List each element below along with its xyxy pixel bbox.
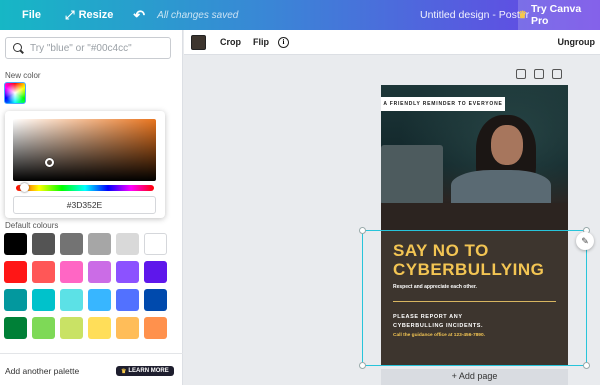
divider [0, 353, 183, 354]
try-pro-button[interactable]: ♛ Try Canva Pro [518, 0, 600, 30]
color-swatch[interactable] [144, 289, 167, 311]
default-colours-label: Default colours [5, 221, 59, 230]
search-icon [13, 42, 24, 54]
add-page-button[interactable]: + Add page [381, 369, 568, 385]
color-search-input[interactable]: Try "blue" or "#00c4cc" [5, 37, 171, 59]
color-swatch[interactable] [88, 261, 111, 283]
hue-slider-thumb[interactable] [20, 183, 29, 192]
color-swatch[interactable] [88, 233, 111, 255]
color-swatch[interactable] [144, 261, 167, 283]
comment-icon[interactable]: ✎ [576, 232, 594, 250]
crown-icon: ♛ [121, 368, 127, 375]
photo-face [491, 125, 523, 165]
color-swatch[interactable] [4, 317, 27, 339]
color-swatch[interactable] [60, 289, 83, 311]
note-icon[interactable] [516, 69, 526, 79]
photo-desk [381, 203, 568, 230]
info-icon[interactable]: i [278, 36, 289, 48]
hex-input[interactable]: #3D352E [13, 196, 156, 214]
search-placeholder: Try "blue" or "#00c4cc" [30, 42, 132, 54]
color-swatch[interactable] [32, 233, 55, 255]
add-palette-link[interactable]: Add another palette [5, 366, 79, 376]
color-swatch[interactable] [60, 233, 83, 255]
add-page-icon[interactable] [552, 69, 562, 79]
page-actions [516, 69, 562, 79]
color-swatch[interactable] [32, 289, 55, 311]
top-bar: File ⤢ Resize ↶ All changes saved Untitl… [0, 0, 600, 30]
color-swatch[interactable] [116, 289, 139, 311]
saturation-value-area[interactable] [13, 119, 156, 181]
hue-slider[interactable] [16, 185, 154, 191]
resize-handle-top-left[interactable] [359, 227, 366, 234]
color-panel: Try "blue" or "#00c4cc" New color #3D352… [0, 30, 183, 385]
color-swatch[interactable] [144, 317, 167, 339]
color-swatch[interactable] [116, 317, 139, 339]
crown-icon: ♛ [518, 9, 527, 21]
save-status: All changes saved [157, 9, 239, 21]
resize-button[interactable]: ⤢ Resize [65, 8, 113, 23]
ungroup-button[interactable]: Ungroup [558, 37, 596, 47]
duplicate-page-icon[interactable] [534, 69, 544, 79]
resize-label: Resize [78, 9, 114, 21]
color-swatch[interactable] [60, 317, 83, 339]
try-pro-label: Try Canva Pro [530, 3, 582, 27]
color-swatch[interactable] [88, 289, 111, 311]
photo-laptop [381, 145, 443, 205]
color-swatch[interactable] [32, 261, 55, 283]
learn-more-button[interactable]: ♛ LEARN MORE [116, 366, 174, 376]
color-swatch[interactable] [4, 261, 27, 283]
color-swatch[interactable] [32, 317, 55, 339]
poster-tagline[interactable]: A FRIENDLY REMINDER TO EVERYONE [381, 97, 505, 111]
color-swatch[interactable] [4, 289, 27, 311]
resize-icon: ⤢ [64, 7, 75, 22]
color-swatch[interactable] [116, 261, 139, 283]
file-menu-button[interactable]: File [22, 9, 41, 21]
selection-box[interactable] [362, 230, 587, 366]
color-swatch[interactable] [88, 317, 111, 339]
undo-icon[interactable]: ↶ [133, 7, 145, 24]
text-color-swatch[interactable] [191, 34, 206, 50]
color-picker-popup: #3D352E [5, 111, 165, 218]
crop-button[interactable]: Crop [220, 37, 241, 47]
resize-handle-bottom-left[interactable] [359, 362, 366, 369]
color-swatch[interactable] [144, 233, 167, 255]
default-swatch-grid [4, 233, 167, 339]
flip-button[interactable]: Flip [253, 37, 269, 47]
design-title[interactable]: Untitled design - Poster [420, 9, 529, 21]
color-swatch[interactable] [116, 233, 139, 255]
color-swatch[interactable] [4, 233, 27, 255]
learn-more-label: LEARN MORE [128, 368, 169, 374]
resize-handle-bottom-right[interactable] [583, 362, 590, 369]
new-color-label: New color [5, 71, 41, 80]
color-swatch[interactable] [60, 261, 83, 283]
editor-toolbar: Crop Flip i Ungroup [184, 30, 600, 55]
saturation-thumb[interactable] [45, 158, 54, 167]
new-color-swatch[interactable] [4, 82, 26, 104]
